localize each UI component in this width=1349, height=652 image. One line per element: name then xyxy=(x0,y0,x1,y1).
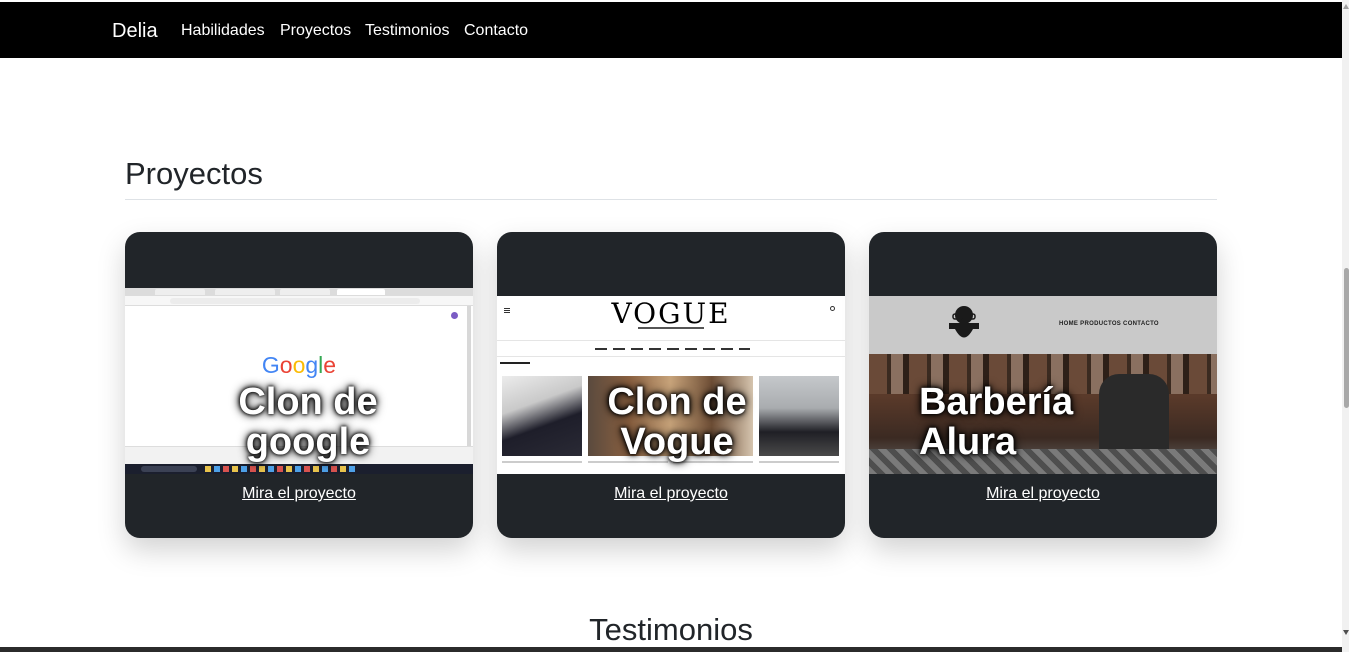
project-card-vogue: VOGUE Clon de Vogue Mira el proyecto xyxy=(497,232,845,538)
windows-taskbar xyxy=(125,464,473,474)
project-link-vogue[interactable]: Mira el proyecto xyxy=(497,485,845,503)
projects-title: Proyectos xyxy=(125,156,263,191)
card-caption-barberia: Barbería Alura xyxy=(919,381,1074,463)
search-icon xyxy=(830,306,835,311)
nav-link-habilidades[interactable]: Habilidades xyxy=(181,22,265,40)
nav-link-testimonios[interactable]: Testimonios xyxy=(365,22,449,40)
project-link-google[interactable]: Mira el proyecto xyxy=(125,485,473,503)
browser-address-bar xyxy=(125,296,473,306)
card-caption-vogue: Clon de Vogue xyxy=(607,381,747,463)
barberia-header: HOME PRODUCTOS CONTACTO xyxy=(869,296,1217,354)
vogue-menu xyxy=(497,340,845,357)
card-caption-google: Clon de google xyxy=(238,381,378,463)
project-card-barberia: HOME PRODUCTOS CONTACTO Barbería Alura M… xyxy=(869,232,1217,538)
barberia-nav: HOME PRODUCTOS CONTACTO xyxy=(1059,321,1159,327)
vogue-logo: VOGUE xyxy=(611,297,731,330)
brand-link[interactable]: Delia xyxy=(112,20,158,42)
scroll-down-arrow-icon[interactable] xyxy=(1343,630,1349,635)
project-card-google: Google Clon de google Mira el proyecto xyxy=(125,232,473,538)
barber-logo-icon xyxy=(949,306,979,338)
vogue-photo-1 xyxy=(502,376,582,456)
scroll-up-arrow-icon[interactable] xyxy=(1343,4,1349,9)
vogue-photo-3 xyxy=(759,376,839,456)
google-logo: Google xyxy=(261,352,337,378)
nav-link-proyectos[interactable]: Proyectos xyxy=(280,22,351,40)
nav-link-contacto[interactable]: Contacto xyxy=(464,22,528,40)
testimonials-title: Testimonios xyxy=(589,612,753,647)
section-divider xyxy=(125,199,1217,200)
project-link-barberia[interactable]: Mira el proyecto xyxy=(869,485,1217,503)
tendencias-label xyxy=(500,362,530,364)
browser-tab-strip xyxy=(125,288,473,296)
navbar: Delia Habilidades Proyectos Testimonios … xyxy=(0,2,1342,58)
avatar-icon xyxy=(451,312,458,319)
scrollbar-thumb[interactable] xyxy=(1344,268,1349,408)
